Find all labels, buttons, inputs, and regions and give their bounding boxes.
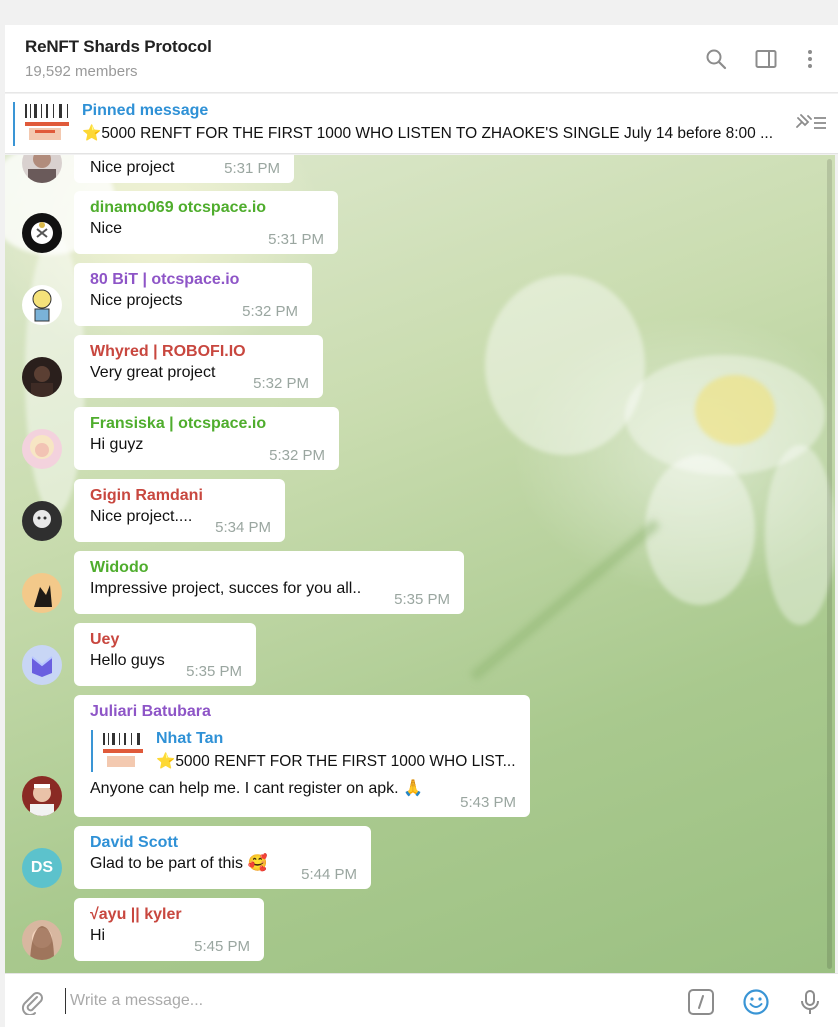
message-bubble[interactable]: Gigin Ramdani Nice project.... 5:34 PM [74,479,285,542]
sender-name[interactable]: David Scott [90,833,357,853]
chat-history[interactable]: Nice project 5:31 PM dinamo069 otcspace.… [5,155,835,973]
bg-flower-center [695,375,775,445]
star-emoji: ⭐ [156,753,176,770]
chat-scrollbar[interactable] [827,155,832,973]
more-vertical-icon[interactable] [798,47,822,71]
microphone-icon[interactable] [796,988,824,1016]
pinned-message-bar[interactable]: Pinned message ⭐5000 RENFT FOR THE FIRST… [5,94,838,154]
avatar[interactable] [22,213,62,253]
avatar[interactable] [22,920,62,960]
message-time: 5:35 PM [186,663,242,680]
avatar[interactable] [22,776,62,816]
sender-name[interactable]: Uey [90,630,242,650]
sender-name[interactable]: Gigin Ramdani [90,486,271,506]
window-top-strip [0,0,838,25]
sender-name[interactable]: Widodo [90,558,450,578]
pinned-accent-bar [13,102,15,146]
reply-text: ⭐5000 RENFT FOR THE FIRST 1000 WHO LIST.… [156,753,516,770]
avatar[interactable] [22,573,62,613]
scrollbar-thumb[interactable] [827,159,832,969]
message-input[interactable] [65,988,665,1014]
message-time: 5:43 PM [460,794,516,811]
message-time: 5:44 PM [301,866,357,883]
bot-command-icon[interactable] [687,988,715,1016]
reply-preview[interactable]: Nhat Tan ⭐5000 RENFT FOR THE FIRST 1000 … [90,728,516,774]
message-composer [5,973,838,1027]
sender-name[interactable]: √ayu || kyler [90,905,250,925]
pinned-label: Pinned message [82,102,209,119]
message-time: 5:32 PM [269,447,325,464]
pinned-text[interactable]: ⭐5000 RENFT FOR THE FIRST 1000 WHO LISTE… [82,124,773,143]
sender-name[interactable]: dinamo069 otcspace.io [90,198,324,218]
reply-thumbnail [100,730,146,772]
chat-title[interactable]: ReNFT Shards Protocol [25,37,212,57]
avatar[interactable] [22,501,62,541]
message-bubble[interactable]: Uey Hello guys 5:35 PM [74,623,256,686]
avatar[interactable] [22,429,62,469]
sender-name[interactable]: Juliari Batubara [90,702,516,722]
reply-accent-bar [91,730,93,772]
message-bubble[interactable]: √ayu || kyler Hi 5:45 PM [74,898,264,961]
pinned-thumbnail [21,100,73,146]
avatar-initials[interactable]: DS [22,848,62,888]
message-bubble[interactable]: Nice project 5:31 PM [74,155,294,183]
message-time: 5:31 PM [268,231,324,248]
star-emoji: ⭐ [82,125,102,142]
message-time: 5:35 PM [394,591,450,608]
message-bubble[interactable]: Widodo Impressive project, succes for yo… [74,551,464,614]
message-time: 5:32 PM [253,375,309,392]
unpin-icon[interactable] [794,112,828,134]
member-count: 19,592 members [25,63,138,80]
sidebar-toggle-icon[interactable] [754,47,778,71]
attach-icon[interactable] [19,989,45,1015]
pray-emoji: 🙏 [403,780,423,797]
message-bubble[interactable]: Juliari Batubara Nhat Tan ⭐5000 RENFT FO… [74,695,530,817]
message-time: 5:32 PM [242,303,298,320]
bg-flower-petal [485,275,645,455]
message-time: 5:31 PM [224,160,280,177]
sender-name[interactable]: 80 BiT | otcspace.io [90,270,298,290]
message-bubble[interactable]: Whyred | ROBOFI.IO Very great project 5:… [74,335,323,398]
message-bubble[interactable]: David Scott Glad to be part of this 🥰 5:… [74,826,371,889]
avatar[interactable] [22,357,62,397]
message-bubble[interactable]: 80 BiT | otcspace.io Nice projects 5:32 … [74,263,312,326]
message-time: 5:45 PM [194,938,250,955]
sender-name[interactable]: Fransiska | otcspace.io [90,414,325,434]
message-time: 5:34 PM [215,519,271,536]
bg-flower-petal [645,455,755,605]
bg-flower-stem [469,519,661,681]
chat-header[interactable]: ReNFT Shards Protocol 19,592 members [5,25,838,93]
avatar[interactable] [22,285,62,325]
reply-sender-name: Nhat Tan [156,730,224,747]
message-text: Anyone can help me. I cant register on a… [90,780,423,797]
avatar[interactable] [22,645,62,685]
bg-flower-petal [765,445,835,625]
emoji-icon[interactable] [742,988,770,1016]
smiling-hearts-emoji: 🥰 [247,855,268,872]
sender-name[interactable]: Whyred | ROBOFI.IO [90,342,309,362]
message-bubble[interactable]: dinamo069 otcspace.io Nice 5:31 PM [74,191,338,254]
message-bubble[interactable]: Fransiska | otcspace.io Hi guyz 5:32 PM [74,407,339,470]
search-icon[interactable] [704,47,728,71]
